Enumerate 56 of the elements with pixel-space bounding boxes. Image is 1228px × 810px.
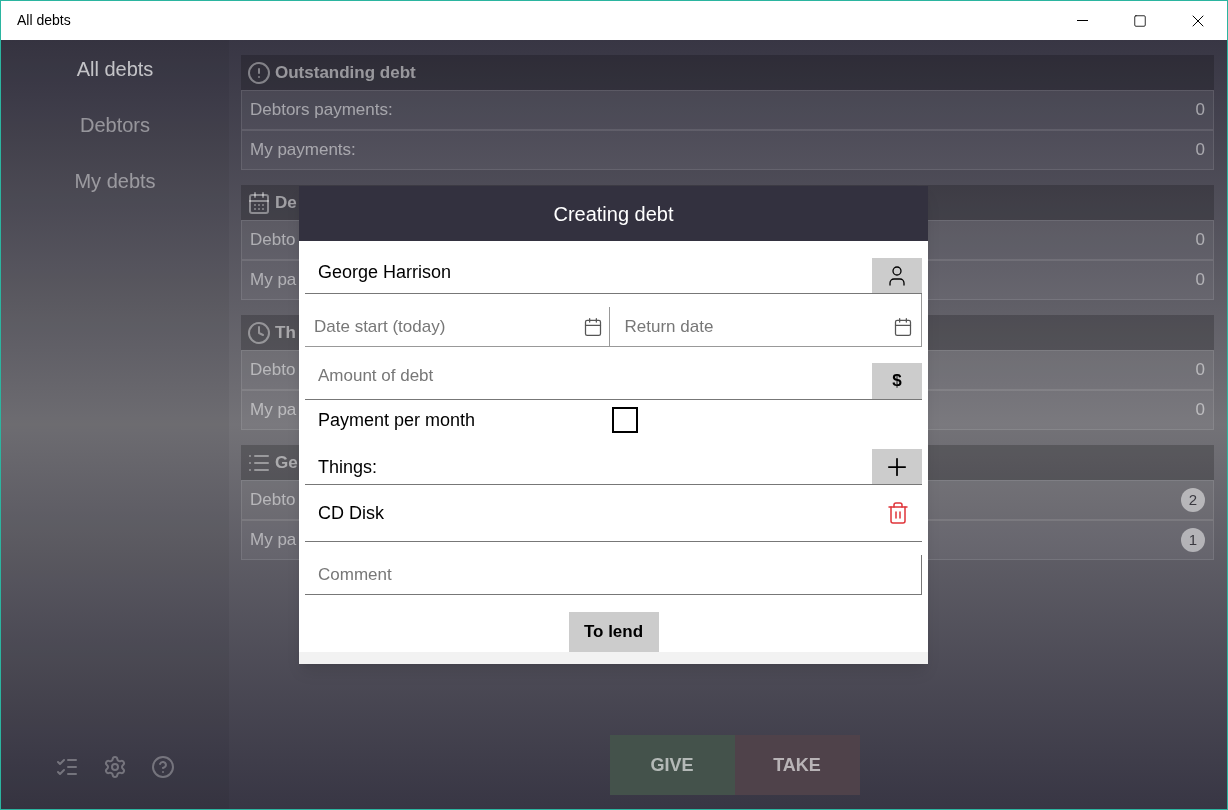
section-title: Ge bbox=[275, 451, 298, 474]
amount-field[interactable]: Amount of debt $ bbox=[305, 363, 922, 400]
calendar-icon[interactable] bbox=[582, 316, 603, 337]
thing-item[interactable]: CD Disk bbox=[305, 485, 922, 542]
add-button[interactable] bbox=[872, 449, 922, 484]
row-label: Debto bbox=[250, 489, 296, 512]
window-title: All debts bbox=[16, 11, 71, 30]
section-icon bbox=[247, 320, 271, 345]
row-value: 0 bbox=[1195, 359, 1205, 382]
maximize-icon bbox=[1133, 13, 1147, 28]
person-field[interactable]: George Harrison bbox=[305, 258, 922, 294]
sidebar-item[interactable]: Debtors bbox=[80, 110, 150, 140]
calendar-icon[interactable] bbox=[893, 316, 913, 337]
settings-icon[interactable] bbox=[103, 755, 127, 779]
trash-icon[interactable] bbox=[886, 501, 910, 525]
things-label: Things: bbox=[317, 456, 378, 479]
sidebar-item[interactable]: All debts bbox=[76, 54, 154, 84]
placeholder-text: Comment bbox=[317, 563, 392, 586]
row-value: 0 bbox=[1195, 229, 1205, 252]
contact-button[interactable] bbox=[872, 258, 922, 293]
placeholder-text: Amount of debt bbox=[317, 365, 434, 387]
section-icon bbox=[247, 60, 271, 85]
lend-button[interactable]: To lend bbox=[568, 612, 659, 652]
action-button[interactable]: GIVE bbox=[609, 735, 735, 795]
count-badge: 1 bbox=[1181, 528, 1205, 552]
row-value: 0 bbox=[1195, 399, 1205, 422]
placeholder-text: Date start (today) bbox=[314, 315, 446, 338]
section-icon bbox=[247, 190, 271, 215]
option-label: Payment per month bbox=[317, 408, 477, 432]
placeholder-text: Return date bbox=[624, 315, 714, 338]
person-name: George Harrison bbox=[317, 261, 452, 284]
minimize-icon bbox=[1076, 20, 1088, 21]
action-button[interactable]: TAKE bbox=[734, 735, 860, 795]
row-label: My pa bbox=[250, 399, 297, 422]
section-title: De bbox=[275, 191, 297, 214]
comment-field[interactable]: Comment bbox=[305, 555, 922, 595]
count-badge: 2 bbox=[1181, 488, 1205, 512]
date-start-field[interactable]: Date start (today) bbox=[305, 307, 610, 346]
currency-button[interactable]: $ bbox=[872, 363, 922, 399]
row-label: My payments: bbox=[250, 139, 356, 162]
help-icon[interactable] bbox=[151, 755, 175, 779]
row-label: Debto bbox=[250, 359, 296, 382]
thing-name: CD Disk bbox=[317, 501, 384, 525]
row-value: 0 bbox=[1195, 269, 1205, 292]
row-label: My pa bbox=[250, 269, 297, 292]
sidebar-item[interactable]: My debts bbox=[74, 166, 156, 196]
section-title: Outstanding debt bbox=[275, 61, 416, 84]
dialog-title: Creating debt bbox=[553, 201, 674, 227]
row-value: 0 bbox=[1195, 99, 1205, 122]
row-label: Debtors payments: bbox=[250, 99, 393, 122]
payment-checkbox[interactable] bbox=[612, 407, 638, 433]
return-date-field[interactable]: Return date bbox=[609, 307, 921, 346]
row-value: 0 bbox=[1195, 139, 1205, 162]
section-title: Th bbox=[275, 321, 296, 344]
row-label: Debto bbox=[250, 229, 296, 252]
row-label: My pa bbox=[250, 529, 297, 552]
